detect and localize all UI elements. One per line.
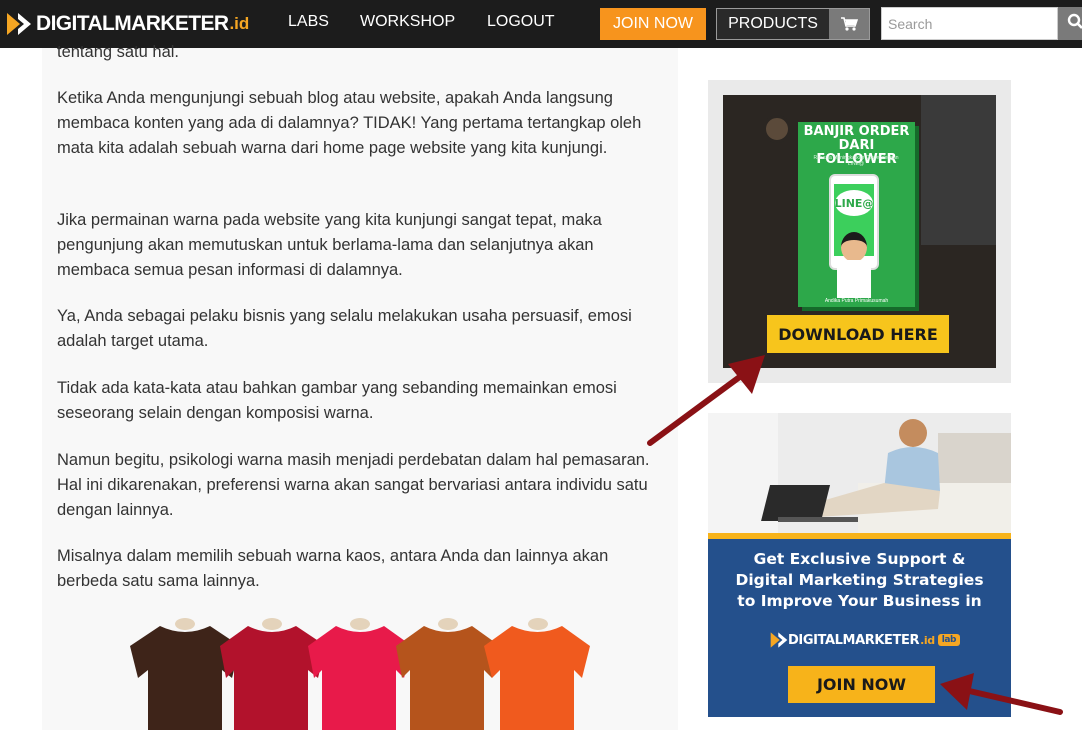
digitalmarketer-lab-logo: DIGITALMARKETER .id lab	[770, 627, 961, 653]
article-paragraph: Tidak ada kata-kata atau bahkan gambar y…	[57, 379, 617, 422]
join-now-button[interactable]: JOIN NOW	[600, 8, 706, 40]
man-with-laptop-image	[708, 413, 1011, 535]
article-paragraph: Namun begitu, psikologi warna masih menj…	[57, 451, 650, 519]
tshirt-rust	[396, 618, 500, 730]
tshirt-orange	[484, 618, 590, 730]
logo-icon	[6, 11, 32, 37]
tshirt-maroon	[220, 618, 326, 730]
ebook-ad-banner[interactable]: BANJIR ORDER DARI FOLLOWER Rahasia Menin…	[708, 80, 1011, 383]
lab-ad-banner[interactable]: Get Exclusive Support & Digital Marketin…	[708, 413, 1011, 717]
laptop-image	[921, 95, 996, 245]
tshirt-red	[308, 618, 412, 730]
author-avatar	[841, 232, 867, 262]
brand-logo[interactable]: DIGITALMARKETER .id	[6, 10, 249, 38]
article-paragraph: Ya, Anda sebagai pelaku bisnis yang sela…	[57, 307, 632, 350]
download-here-button[interactable]: DOWNLOAD HERE	[767, 315, 949, 353]
search-icon	[1064, 12, 1082, 35]
article-paragraph: Ketika Anda mengunjungi sebuah blog atau…	[57, 89, 642, 157]
coffee-cup-image	[763, 115, 791, 143]
tshirt-brown	[130, 618, 240, 730]
ebook-cover: BANJIR ORDER DARI FOLLOWER Rahasia Menin…	[798, 122, 915, 307]
brand-name: DIGITALMARKETER	[36, 12, 229, 35]
article-paragraph: Jika permainan warna pada website yang k…	[57, 211, 602, 279]
nav-link-workshop[interactable]: WORKSHOP	[360, 13, 455, 31]
article-paragraph: tentang satu hal.	[57, 43, 180, 61]
products-button[interactable]: PRODUCTS	[716, 8, 870, 40]
article-paragraph: Misalnya dalam memilih sebuah warna kaos…	[57, 547, 609, 590]
line-badge: LINE@	[835, 190, 873, 216]
logo-icon	[770, 632, 788, 648]
cart-icon	[829, 9, 869, 39]
ebook-author: Andika Putra Primakusumah	[824, 298, 889, 304]
article-content: tentang satu hal. Ketika Anda mengunjung…	[42, 43, 678, 730]
products-label: PRODUCTS	[717, 9, 829, 39]
search-input[interactable]	[881, 7, 1058, 40]
search-button[interactable]	[1058, 7, 1082, 40]
lab-ad-panel: Get Exclusive Support & Digital Marketin…	[708, 539, 1011, 717]
ebook-subtitle: Rahasia Meningkatkan Omset dengan LINE@	[813, 155, 899, 167]
lab-ad-headline: Get Exclusive Support & Digital Marketin…	[735, 550, 984, 610]
brand-suffix: .id	[229, 14, 250, 33]
nav-link-logout[interactable]: LOGOUT	[487, 13, 555, 31]
tshirts-image	[130, 618, 590, 730]
nav-link-labs[interactable]: LABS	[288, 13, 329, 31]
ebook-ad-image: BANJIR ORDER DARI FOLLOWER Rahasia Menin…	[723, 95, 996, 368]
join-now-ad-button[interactable]: JOIN NOW	[788, 666, 935, 703]
